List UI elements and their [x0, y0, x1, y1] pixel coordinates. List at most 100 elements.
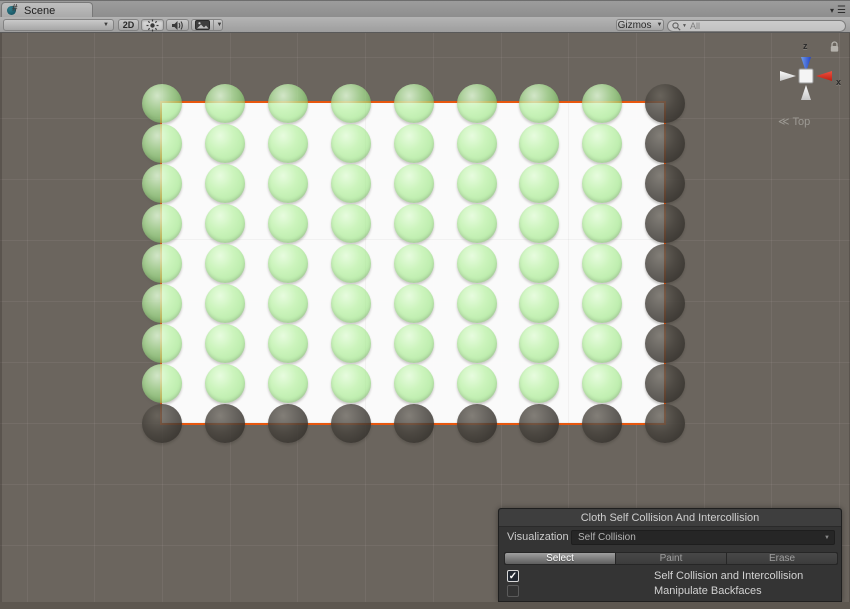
cloth-particle[interactable] — [268, 404, 308, 443]
cloth-particle[interactable] — [394, 324, 434, 363]
cloth-particle[interactable] — [205, 324, 245, 363]
cloth-particle[interactable] — [268, 124, 308, 163]
axis-cube[interactable] — [799, 69, 813, 83]
cloth-particle[interactable] — [142, 404, 182, 443]
cloth-particle[interactable] — [457, 164, 497, 203]
cloth-particle[interactable] — [331, 244, 371, 283]
cloth-particle[interactable] — [519, 164, 559, 203]
cloth-particle[interactable] — [582, 404, 622, 443]
cloth-particle[interactable] — [205, 284, 245, 323]
cloth-particle[interactable] — [331, 324, 371, 363]
view-mode-button[interactable]: ≪ Top — [778, 115, 810, 128]
cloth-particle[interactable] — [645, 364, 685, 403]
tab-select[interactable]: Select — [505, 553, 615, 564]
cloth-particle[interactable] — [142, 164, 182, 203]
cloth-particle[interactable] — [519, 204, 559, 243]
cloth-particle[interactable] — [142, 284, 182, 323]
audio-toggle-button[interactable] — [166, 19, 189, 31]
axis-neg-x-cone[interactable] — [780, 71, 796, 81]
cloth-particle[interactable] — [331, 124, 371, 163]
cloth-particle[interactable] — [645, 244, 685, 283]
tab-paint[interactable]: Paint — [616, 553, 726, 564]
cloth-particle[interactable] — [331, 284, 371, 323]
cloth-particle[interactable] — [205, 124, 245, 163]
cloth-particle[interactable] — [394, 244, 434, 283]
search-input[interactable]: ▼ All — [667, 20, 846, 32]
cloth-particle[interactable] — [457, 244, 497, 283]
cloth-particle[interactable] — [394, 124, 434, 163]
axis-arrows[interactable] — [773, 55, 839, 109]
lock-icon[interactable] — [829, 41, 840, 53]
cloth-particle[interactable] — [268, 164, 308, 203]
cloth-particle[interactable] — [205, 364, 245, 403]
cloth-particle[interactable] — [394, 164, 434, 203]
tab-erase[interactable]: Erase — [727, 553, 837, 564]
cloth-particle[interactable] — [645, 404, 685, 443]
cloth-particle[interactable] — [519, 244, 559, 283]
cloth-particle[interactable] — [394, 84, 434, 123]
cloth-particle[interactable] — [645, 164, 685, 203]
cloth-particle[interactable] — [457, 324, 497, 363]
cloth-particle[interactable] — [268, 324, 308, 363]
cloth-particle[interactable] — [457, 404, 497, 443]
lighting-toggle-button[interactable] — [141, 19, 164, 31]
cloth-particle[interactable] — [142, 204, 182, 243]
cloth-particle[interactable] — [205, 204, 245, 243]
cloth-particle[interactable] — [645, 84, 685, 123]
panel-menu-button[interactable]: ▾ ☰ — [830, 6, 847, 15]
cloth-particle[interactable] — [582, 84, 622, 123]
cloth-particle[interactable] — [519, 124, 559, 163]
cloth-particle[interactable] — [268, 244, 308, 283]
cloth-particle[interactable] — [582, 204, 622, 243]
cloth-particle[interactable] — [331, 84, 371, 123]
axis-neg-z-cone[interactable] — [801, 85, 811, 100]
cloth-particle[interactable] — [205, 244, 245, 283]
cloth-particle[interactable] — [582, 244, 622, 283]
cloth-particle[interactable] — [268, 364, 308, 403]
visualization-dropdown[interactable]: Self Collision ▼ — [571, 530, 835, 545]
cloth-particle[interactable] — [205, 404, 245, 443]
cloth-particle[interactable] — [645, 284, 685, 323]
cloth-particle[interactable] — [519, 404, 559, 443]
effects-dropdown-arrow[interactable]: ▼ — [213, 20, 222, 30]
cloth-particle[interactable] — [205, 164, 245, 203]
self-collision-checkbox[interactable]: ✓ — [507, 570, 519, 582]
effects-button[interactable]: ▼ — [191, 19, 223, 31]
cloth-particle[interactable] — [394, 404, 434, 443]
cloth-particle[interactable] — [142, 324, 182, 363]
cloth-particle[interactable] — [142, 364, 182, 403]
cloth-particle[interactable] — [142, 244, 182, 283]
cloth-particle[interactable] — [268, 204, 308, 243]
cloth-particle[interactable] — [582, 164, 622, 203]
cloth-particle[interactable] — [268, 84, 308, 123]
toggle-2d-button[interactable]: 2D — [118, 19, 139, 31]
cloth-particle[interactable] — [394, 204, 434, 243]
manipulate-backfaces-checkbox[interactable]: ✓ — [507, 585, 519, 597]
cloth-particle[interactable] — [331, 204, 371, 243]
gizmos-dropdown-button[interactable]: Gizmos ▼ — [616, 19, 664, 31]
cloth-particle[interactable] — [457, 124, 497, 163]
cloth-particle[interactable] — [394, 284, 434, 323]
cloth-particle[interactable] — [142, 124, 182, 163]
cloth-particle[interactable] — [519, 84, 559, 123]
cloth-particle[interactable] — [645, 324, 685, 363]
cloth-particle[interactable] — [331, 164, 371, 203]
cloth-particle[interactable] — [331, 364, 371, 403]
cloth-particle[interactable] — [645, 124, 685, 163]
cloth-particle[interactable] — [268, 284, 308, 323]
cloth-particle[interactable] — [582, 124, 622, 163]
cloth-particle[interactable] — [645, 204, 685, 243]
cloth-particle[interactable] — [394, 364, 434, 403]
scene-viewport[interactable]: z x ≪ Top Cloth Self Collision And Inter… — [0, 33, 850, 609]
cloth-particle[interactable] — [142, 84, 182, 123]
cloth-particle[interactable] — [205, 84, 245, 123]
cloth-particle[interactable] — [457, 364, 497, 403]
search-filter-arrow-icon[interactable]: ▼ — [682, 23, 687, 29]
shading-mode-dropdown[interactable]: ▼ — [3, 19, 114, 31]
cloth-particle[interactable] — [457, 84, 497, 123]
tab-scene[interactable]: # Scene — [1, 2, 93, 18]
cloth-particle[interactable] — [457, 284, 497, 323]
cloth-particle[interactable] — [457, 204, 497, 243]
axis-x-cone[interactable] — [816, 71, 832, 81]
orientation-gizmo[interactable]: z x ≪ Top — [770, 41, 848, 129]
